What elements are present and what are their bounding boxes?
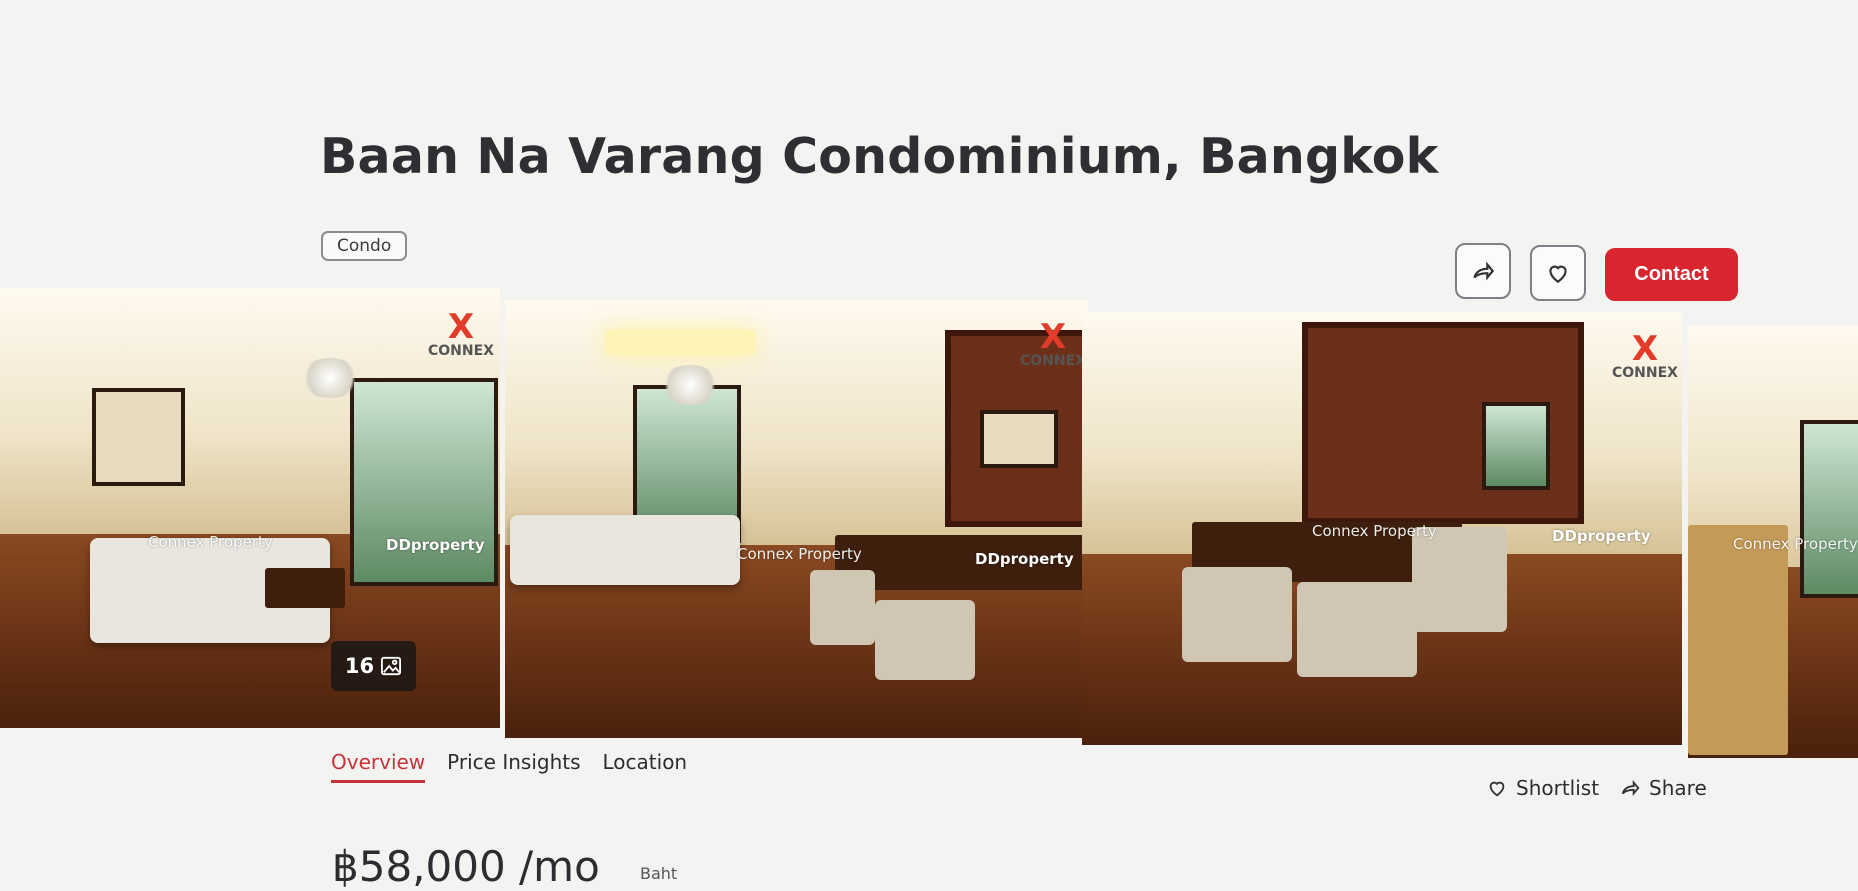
agency-watermark: Connex Property bbox=[737, 545, 862, 563]
shortlist-button[interactable]: Shortlist bbox=[1486, 776, 1599, 800]
gallery-photo-dining-living[interactable]: X CONNEX Connex Property DDproperty bbox=[505, 300, 1088, 738]
currency-label: Baht bbox=[640, 864, 678, 883]
listing-price: ฿58,000 /mo bbox=[332, 842, 600, 891]
connex-logo: X CONNEX bbox=[1020, 317, 1086, 369]
tab-price-insights[interactable]: Price Insights bbox=[447, 750, 580, 783]
property-type-tag: Condo bbox=[321, 231, 408, 261]
photo-count-button[interactable]: 16 bbox=[331, 641, 416, 691]
heart-icon bbox=[1549, 265, 1567, 283]
portal-watermark: DDproperty bbox=[975, 550, 1074, 568]
tab-overview[interactable]: Overview bbox=[331, 750, 426, 783]
connex-logo: X CONNEX bbox=[428, 307, 494, 359]
agency-watermark: Connex Property bbox=[1733, 535, 1858, 553]
page-actions: Shortlist Share bbox=[1486, 776, 1707, 800]
agency-watermark: Connex Property bbox=[1312, 522, 1437, 540]
share-label: Share bbox=[1649, 776, 1707, 800]
listing-tabs: Overview Price Insights Location bbox=[331, 750, 687, 783]
agency-watermark: Connex Property bbox=[148, 533, 273, 551]
gallery-photo-dining-room[interactable]: X CONNEX Connex Property DDproperty bbox=[1082, 312, 1682, 745]
heart-icon bbox=[1489, 781, 1505, 797]
tab-location[interactable]: Location bbox=[603, 750, 688, 783]
share-arrow-icon bbox=[1621, 779, 1640, 797]
photo-gallery[interactable]: X CONNEX Connex Property DDproperty X CONN… bbox=[0, 288, 1858, 760]
share-link-button[interactable]: Share bbox=[1619, 776, 1707, 800]
gallery-photo-living-room[interactable]: X CONNEX Connex Property DDproperty bbox=[0, 288, 500, 728]
listing-title: Baan Na Varang Condominium, Bangkok bbox=[320, 128, 1439, 185]
image-gallery-icon bbox=[381, 656, 402, 676]
portal-watermark: DDproperty bbox=[386, 536, 485, 554]
share-arrow-icon bbox=[1473, 261, 1495, 281]
connex-logo: X CONNEX bbox=[1612, 329, 1678, 381]
photo-count: 16 bbox=[344, 654, 375, 678]
shortlist-label: Shortlist bbox=[1516, 776, 1600, 800]
gallery-photo-kitchen[interactable]: Connex Property bbox=[1688, 325, 1858, 758]
portal-watermark: DDproperty bbox=[1552, 527, 1651, 545]
